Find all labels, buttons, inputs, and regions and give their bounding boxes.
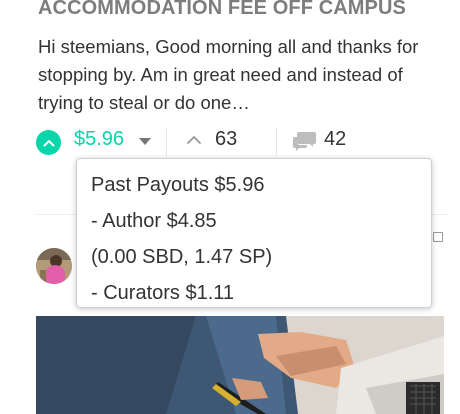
chevron-up-icon[interactable] (186, 134, 202, 146)
curators-payout-line: - Curators $1.11 (91, 282, 235, 304)
author-breakdown-line: (0.00 SBD, 1.47 SP) (91, 246, 273, 268)
divider (166, 128, 167, 156)
upvote-button[interactable] (36, 130, 61, 155)
author-payout-line: - Author $4.85 (91, 210, 217, 232)
avatar[interactable] (36, 248, 72, 284)
post-image[interactable] (36, 316, 444, 414)
caret-down-icon[interactable] (139, 138, 151, 145)
vote-count[interactable]: 63 (215, 128, 237, 151)
comment-count[interactable]: 42 (324, 128, 346, 151)
divider (276, 128, 277, 156)
comment-bubbles-icon[interactable] (293, 130, 317, 152)
post-title[interactable]: ACCOMMODATION FEE OFF CAMPUS (38, 0, 406, 20)
menu-icon[interactable] (433, 232, 443, 242)
past-payouts-line: Past Payouts $5.96 (91, 174, 265, 196)
chevron-up-icon (43, 139, 54, 146)
payout-tooltip: Past Payouts $5.96 - Author $4.85 (0.00 … (76, 158, 432, 308)
post-footer: $5.96 63 42 (36, 124, 448, 160)
post-excerpt[interactable]: Hi steemians, Good morning all and thank… (38, 33, 448, 117)
payout-value[interactable]: $5.96 (74, 128, 124, 151)
